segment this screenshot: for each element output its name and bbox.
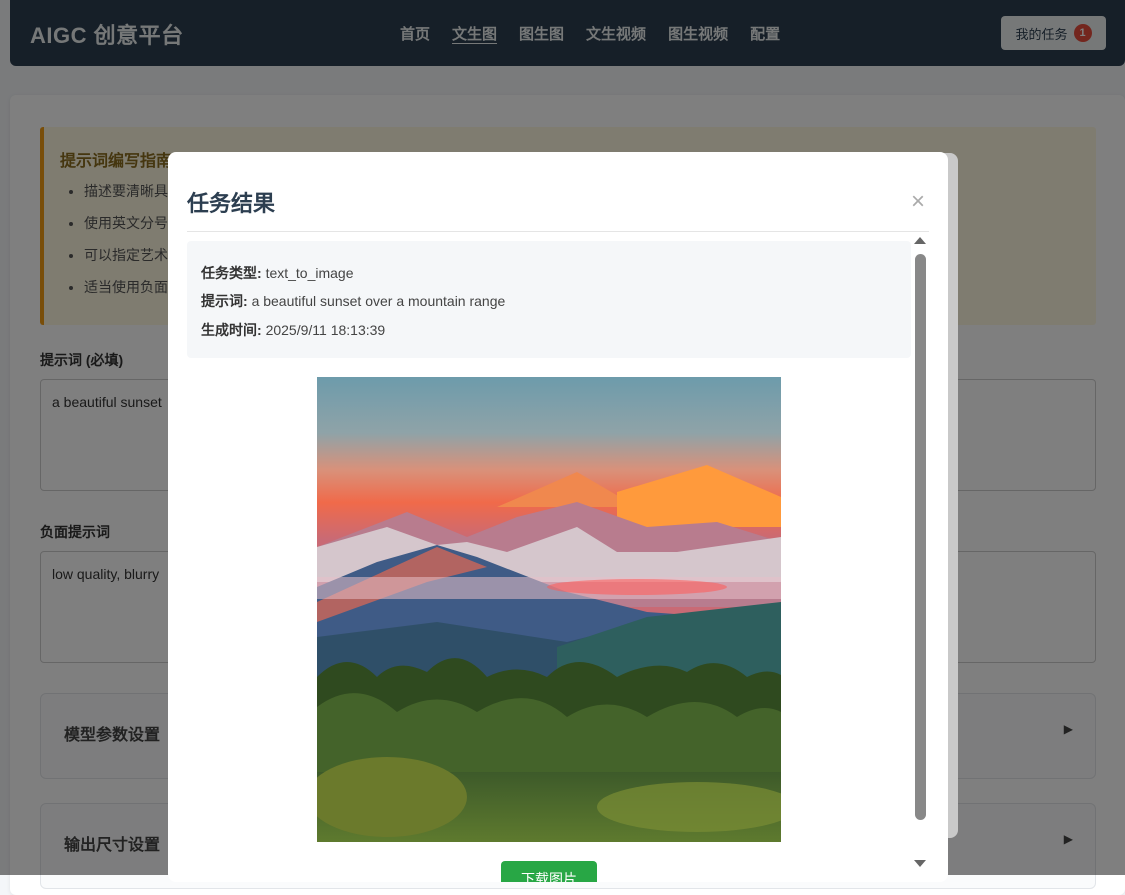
modal-scrollbar-thumb[interactable]: [915, 254, 926, 820]
prompt-row: 提示词: a beautiful sunset over a mountain …: [201, 291, 505, 311]
modal-title: 任务结果: [187, 191, 276, 216]
prompt-info-label: 提示词:: [201, 293, 248, 309]
scroll-up-arrow-icon[interactable]: [914, 237, 926, 244]
time-row: 生成时间: 2025/9/11 18:13:39: [201, 320, 385, 340]
modal-divider: [187, 231, 929, 232]
download-image-button[interactable]: 下载图片: [501, 861, 597, 882]
task-type-value: text_to_image: [265, 265, 354, 281]
scroll-down-arrow-icon[interactable]: [914, 860, 926, 867]
task-type-row: 任务类型: text_to_image: [201, 263, 354, 283]
task-info-box: 任务类型: text_to_image 提示词: a beautiful sun…: [187, 241, 911, 358]
generated-image: [317, 377, 781, 842]
task-result-modal: 任务结果 × 任务类型: text_to_image 提示词: a beauti…: [168, 152, 948, 882]
time-label: 生成时间:: [201, 322, 262, 338]
close-icon[interactable]: ×: [911, 190, 925, 214]
time-value: 2025/9/11 18:13:39: [265, 322, 386, 338]
prompt-info-value: a beautiful sunset over a mountain range: [251, 293, 506, 309]
task-type-label: 任务类型:: [201, 265, 262, 281]
